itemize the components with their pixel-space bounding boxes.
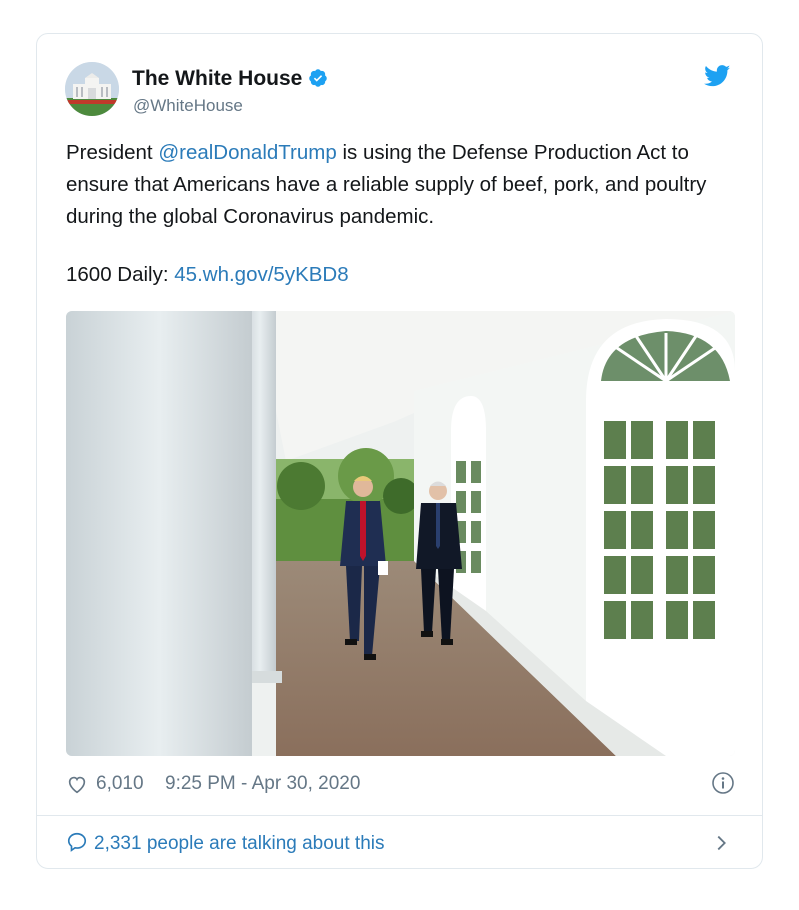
source-line: 1600 Daily: 45.wh.gov/5yKBD8 — [66, 263, 349, 287]
tweet-timestamp[interactable]: 9:25 PM - Apr 30, 2020 — [165, 773, 360, 795]
tweet-embed-card: The White House @WhiteHouse President @r… — [36, 33, 763, 869]
mention-link[interactable]: @realDonaldTrump — [158, 141, 336, 164]
tweet-footer: 6,010 9:25 PM - Apr 30, 2020 — [66, 771, 735, 799]
verified-badge-icon — [309, 69, 328, 87]
account-handle[interactable]: @WhiteHouse — [133, 96, 243, 116]
conversation-text: 2,331 people are talking about this — [94, 833, 385, 854]
like-count[interactable]: 6,010 — [96, 773, 144, 795]
avatar[interactable] — [65, 62, 119, 116]
account-name-label: The White House — [132, 67, 303, 90]
twitter-bird-icon[interactable] — [704, 65, 731, 87]
account-name[interactable]: The White House — [132, 67, 328, 91]
tweet-text-start: President — [66, 141, 159, 164]
source-prefix: 1600 Daily: — [66, 263, 175, 286]
short-link[interactable]: 45.wh.gov/5yKBD8 — [174, 263, 348, 286]
info-icon[interactable] — [711, 771, 735, 795]
tweet-text: President @realDonaldTrump is using the … — [66, 137, 756, 233]
heart-icon[interactable] — [66, 773, 88, 795]
footer-divider — [37, 815, 762, 816]
comment-bubble-icon — [67, 832, 87, 852]
chevron-right-icon[interactable] — [710, 830, 732, 856]
tweet-photo[interactable] — [66, 311, 735, 756]
conversation-link[interactable]: 2,331 people are talking about this — [66, 831, 385, 855]
